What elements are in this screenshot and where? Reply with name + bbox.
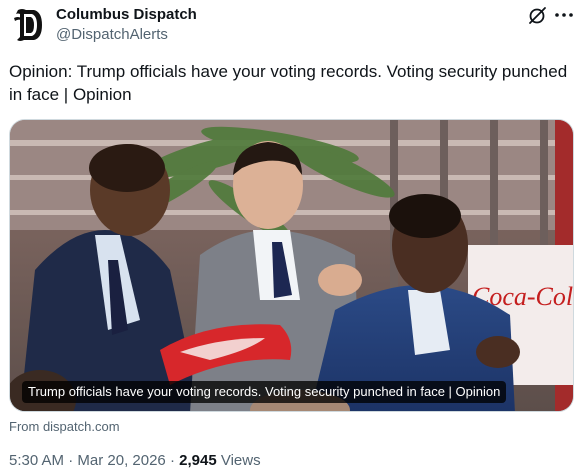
meta-separator: ·: [169, 452, 175, 469]
avatar[interactable]: [12, 6, 46, 44]
author-name[interactable]: Columbus Dispatch: [56, 6, 197, 23]
tweet-text: Opinion: Trump officials have your votin…: [9, 62, 568, 104]
link-source[interactable]: From dispatch.com: [9, 419, 120, 434]
views-count: 2,945: [179, 452, 217, 469]
article-photo: Coca-Cola: [10, 120, 573, 411]
more-options-icon[interactable]: [553, 4, 575, 26]
link-card[interactable]: Coca-Cola Trump officials have your voti…: [9, 119, 574, 412]
meta-separator: ·: [68, 452, 74, 469]
grok-icon[interactable]: [527, 5, 547, 25]
link-card-caption: Trump officials have your voting records…: [22, 381, 507, 403]
tweet-time[interactable]: 5:30 AM: [9, 452, 64, 469]
gothic-d-logo-icon: [12, 6, 46, 44]
tweet-meta: 5:30 AM · Mar 20, 2026 · 2,945 Views: [9, 452, 261, 469]
author-handle[interactable]: @DispatchAlerts: [56, 26, 168, 43]
views-label: Views: [220, 452, 261, 469]
tweet-date[interactable]: Mar 20, 2026: [77, 452, 165, 469]
